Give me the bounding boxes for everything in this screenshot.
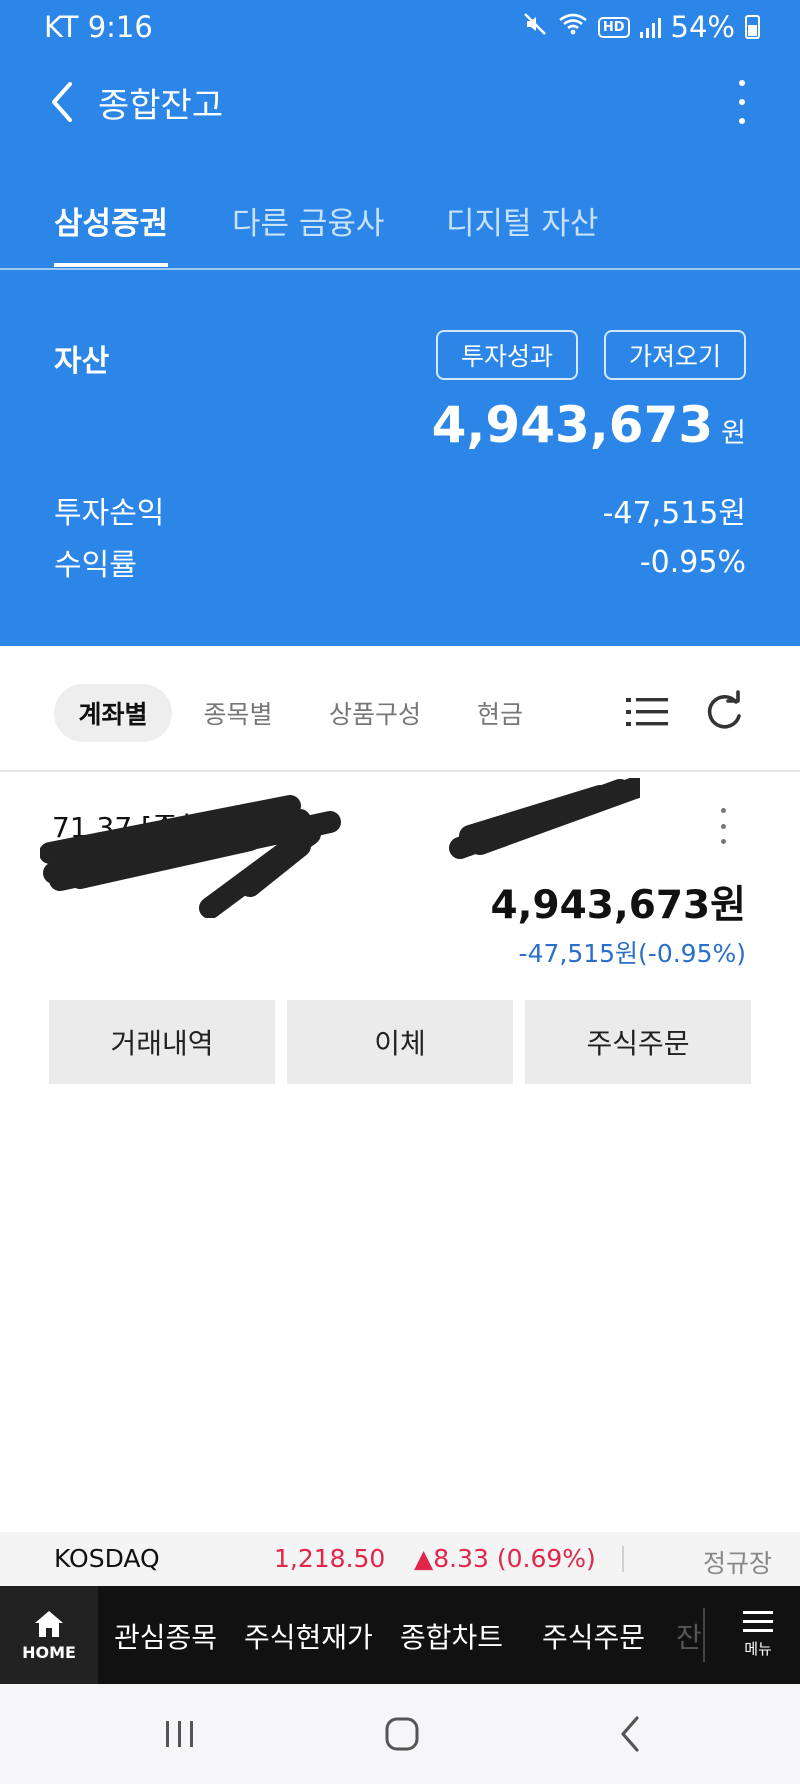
rate-label: 수익률 (54, 548, 137, 583)
menu-button[interactable]: 메뉴 (716, 1586, 800, 1684)
pnl-label: 투자손익 (54, 496, 165, 531)
battery-icon (745, 15, 760, 39)
view-tabs: 계좌별 종목별 상품구성 현금 (0, 676, 800, 772)
summary-header: KT 9:16 HD 54% 종합잔고 삼성증권 다른 금융사 디지털 자산 자… (0, 0, 800, 646)
pnl-value: -47,515원 (602, 496, 746, 531)
wifi-icon (558, 12, 588, 43)
status-bar: KT 9:16 HD 54% (0, 0, 800, 56)
rate-value: -0.95% (639, 544, 746, 580)
ticker-index-change: ▲8.33 (0.69%) (414, 1544, 596, 1573)
home-button[interactable]: HOME (0, 1586, 98, 1684)
system-nav-bar (0, 1684, 800, 1784)
nav-watchlist[interactable]: 관심종목 (114, 1616, 217, 1656)
status-carrier-time: KT 9:16 (44, 10, 153, 44)
tab-by-stock[interactable]: 종목별 (188, 684, 288, 742)
tab-cash[interactable]: 현금 (460, 684, 540, 742)
list-icon[interactable] (624, 692, 670, 732)
battery-percent: 54% (670, 10, 735, 44)
system-back-icon[interactable] (600, 1712, 660, 1756)
ticker-index-value: 1,218.50 (274, 1544, 386, 1573)
back-button[interactable] (40, 76, 84, 128)
app-bar: 종합잔고 (0, 62, 800, 142)
total-asset-unit: 원 (721, 418, 746, 449)
total-asset-value: 4,943,673 (431, 396, 714, 454)
chevron-left-icon (52, 82, 72, 122)
ticker-index-name: KOSDAQ (54, 1544, 160, 1573)
more-vertical-icon[interactable] (732, 80, 752, 124)
account-balance: 4,943,673원 (490, 883, 746, 928)
home-label: HOME (22, 1642, 76, 1662)
menu-label: 메뉴 (744, 1640, 772, 1658)
nav-chart[interactable]: 종합차트 (400, 1616, 503, 1656)
ticker-session: 정규장 (702, 1549, 772, 1578)
signal-icon (639, 16, 661, 38)
refresh-icon[interactable] (702, 690, 746, 734)
transfer-button[interactable]: 이체 (287, 1000, 513, 1084)
import-button[interactable]: 가져오기 (604, 330, 746, 380)
hd-icon: HD (597, 16, 630, 38)
tab-other-institutions[interactable]: 다른 금융사 (232, 198, 384, 265)
tab-digital-assets[interactable]: 디지털 자산 (446, 198, 598, 265)
status-icons: HD 54% (522, 10, 760, 44)
institution-tabs: 삼성증권 다른 금융사 디지털 자산 (0, 190, 800, 270)
ticker-divider (622, 1546, 624, 1572)
nav-stock-order[interactable]: 주식주문 (542, 1616, 645, 1656)
recent-apps-icon[interactable] (150, 1712, 210, 1756)
return-rate-row: 수익률 -0.95% (54, 540, 746, 584)
market-ticker[interactable]: KOSDAQ 1,218.50 ▲8.33 (0.69%) 정규장 (0, 1532, 800, 1586)
home-icon (35, 1610, 63, 1637)
page-title: 종합잔고 (98, 86, 224, 126)
mute-icon (522, 11, 548, 43)
tab-samsung-securities[interactable]: 삼성증권 (54, 198, 169, 267)
account-name[interactable]: 71 37 [종합(비대면)] (52, 806, 314, 846)
nav-partial-item[interactable]: 잔 (676, 1616, 702, 1656)
nav-stock-quote[interactable]: 주식현재가 (244, 1616, 373, 1656)
account-change: -47,515원(-0.95%) (518, 939, 746, 968)
asset-label: 자산 (54, 344, 110, 379)
transaction-history-button[interactable]: 거래내역 (49, 1000, 275, 1084)
investment-performance-button[interactable]: 투자성과 (436, 330, 578, 380)
investment-pnl-row: 투자손익 -47,515원 (54, 488, 746, 532)
nav-divider (703, 1608, 705, 1662)
hamburger-icon (743, 1611, 773, 1632)
bottom-nav: HOME 관심종목 주식현재가 종합차트 주식주문 잔 메뉴 (0, 1586, 800, 1684)
system-home-icon[interactable] (372, 1712, 432, 1756)
account-more-icon[interactable] (716, 808, 730, 844)
tab-by-account[interactable]: 계좌별 (54, 684, 172, 742)
total-asset-amount: 4,943,673 원 (432, 396, 746, 454)
stock-order-button[interactable]: 주식주문 (525, 1000, 751, 1084)
tab-product-composition[interactable]: 상품구성 (312, 684, 438, 742)
